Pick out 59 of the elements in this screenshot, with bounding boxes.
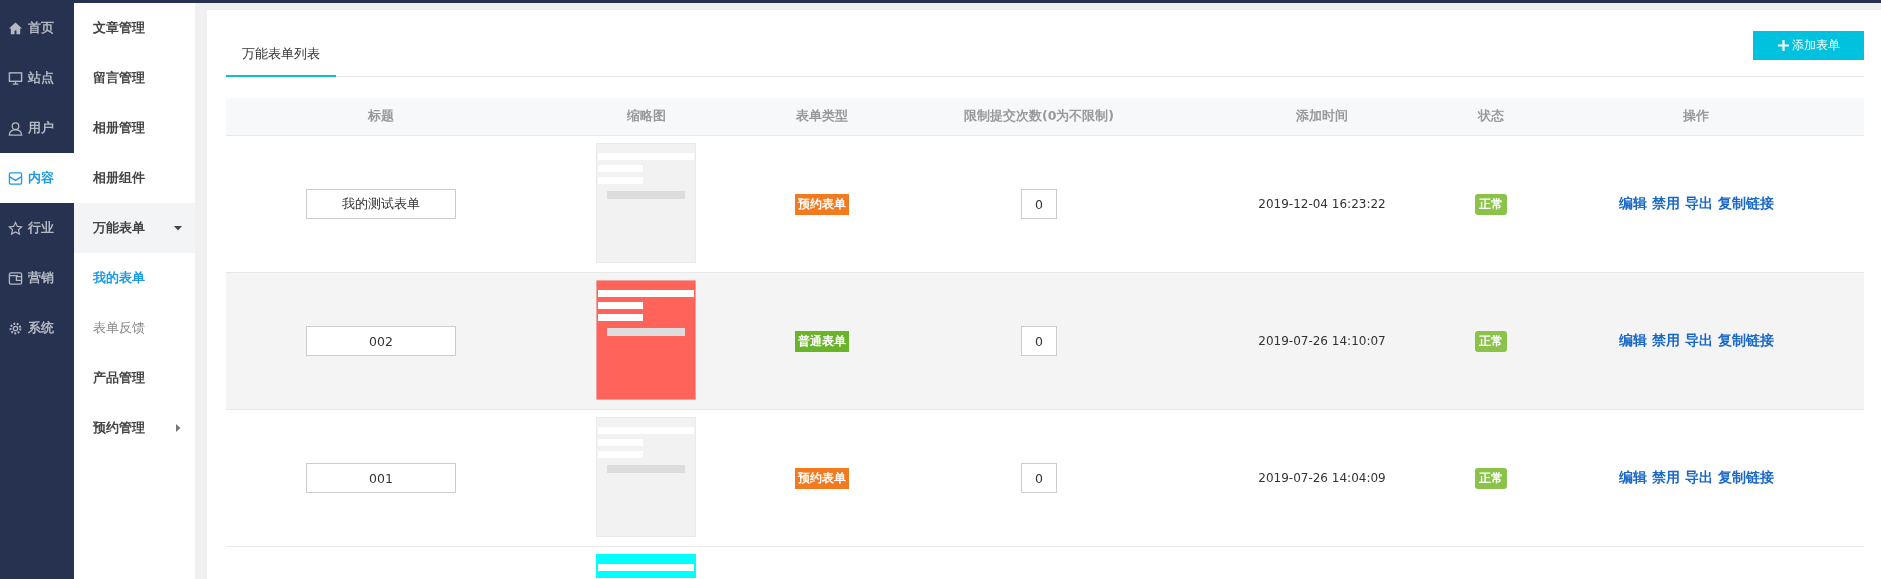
limit-field[interactable]: 0 — [1021, 463, 1057, 493]
action-link[interactable]: 复制链接 — [1717, 195, 1774, 213]
column-header: 缩略图 — [625, 107, 667, 125]
gear-icon — [8, 320, 23, 336]
limit-field[interactable]: 0 — [1021, 189, 1057, 219]
submenu-item[interactable]: 万能表单 — [74, 203, 195, 253]
home-icon — [8, 20, 23, 36]
nav-item[interactable]: 站点 — [0, 53, 74, 103]
caret-right-icon — [173, 423, 183, 433]
wallet-icon — [8, 270, 23, 286]
action-link[interactable]: 编辑 — [1618, 469, 1647, 487]
status-label: 正常 — [1475, 193, 1507, 215]
action-link[interactable]: 导出 — [1684, 195, 1713, 213]
nav-item[interactable]: 行业 — [0, 203, 74, 253]
action-link[interactable]: 导出 — [1684, 469, 1713, 487]
submenu-item[interactable]: 产品管理 — [74, 353, 195, 403]
column-header: 添加时间 — [1295, 107, 1349, 125]
form-type-label: 预约表单 — [795, 193, 849, 215]
title-field[interactable]: 001 — [306, 463, 456, 493]
column-header: 表单类型 — [795, 107, 849, 125]
submenu-item[interactable]: 相册管理 — [74, 103, 195, 153]
action-link[interactable]: 禁用 — [1651, 469, 1680, 487]
status-label: 正常 — [1475, 467, 1507, 489]
column-header: 状态 — [1476, 107, 1505, 125]
limit-field[interactable]: 0 — [1021, 326, 1057, 356]
action-link[interactable]: 复制链接 — [1717, 469, 1774, 487]
monitor-icon — [8, 70, 23, 86]
action-link[interactable]: 导出 — [1684, 332, 1713, 350]
column-header: 操作 — [1682, 107, 1710, 125]
added-time: 2019-12-04 16:23:22 — [1258, 197, 1386, 211]
action-link[interactable]: 编辑 — [1618, 195, 1647, 213]
caret-down-icon — [173, 223, 183, 233]
form-type-label: 预约表单 — [795, 467, 849, 489]
submenu-item[interactable]: 相册组件 — [74, 153, 195, 203]
submenu-item[interactable]: 留言管理 — [74, 53, 195, 103]
plus-icon — [1777, 40, 1789, 51]
action-link[interactable]: 编辑 — [1618, 332, 1647, 350]
inbox-icon — [8, 170, 23, 186]
submenu-item[interactable]: 文章管理 — [74, 3, 195, 53]
action-link[interactable]: 禁用 — [1651, 332, 1680, 350]
tab[interactable]: 万能表单列表 — [226, 39, 336, 77]
submenu-item[interactable]: 表单反馈 — [74, 303, 195, 353]
nav-item[interactable]: 首页 — [0, 3, 74, 53]
title-field[interactable]: 002 — [306, 326, 456, 356]
status-label: 正常 — [1475, 330, 1507, 352]
title-field[interactable]: 我的测试表单 — [306, 189, 456, 219]
action-link[interactable]: 禁用 — [1651, 195, 1680, 213]
action-link[interactable]: 复制链接 — [1717, 332, 1774, 350]
nav-item[interactable]: 营销 — [0, 253, 74, 303]
star-icon — [8, 220, 23, 236]
form-type-label: 普通表单 — [795, 330, 849, 352]
added-time: 2019-07-26 14:04:09 — [1258, 471, 1386, 485]
column-header: 标题 — [367, 107, 395, 125]
column-header: 限制提交次数(0为不限制) — [962, 107, 1116, 125]
submenu-item[interactable]: 预约管理 — [74, 403, 195, 453]
added-time: 2019-07-26 14:10:07 — [1258, 334, 1386, 348]
nav-item[interactable]: 用户 — [0, 103, 74, 153]
nav-item[interactable]: 系统 — [0, 303, 74, 353]
user-icon — [8, 120, 23, 136]
